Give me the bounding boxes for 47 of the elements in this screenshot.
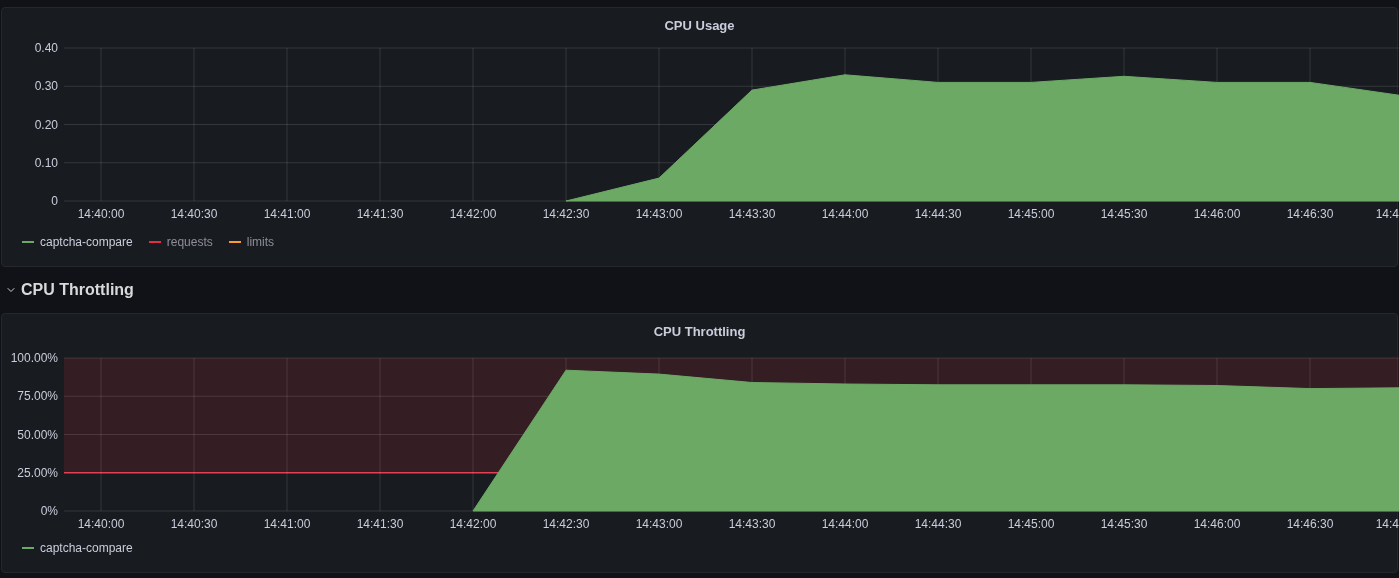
y-axis-label: 75.00% <box>17 389 58 404</box>
x-axis-label: 14:41:30 <box>356 207 404 221</box>
panel-title[interactable]: CPU Usage <box>664 16 735 38</box>
x-axis-label: 14:46:30 <box>1286 207 1334 221</box>
x-axis-label: 14:41:00 <box>263 517 311 531</box>
x-axis-label: 14:45:30 <box>1100 207 1148 221</box>
y-axis-label: 0 <box>51 194 58 208</box>
x-axis-label: 14:46:30 <box>1286 517 1334 531</box>
x-axis-label: 14:41:00 <box>263 207 311 221</box>
x-axis-label: 14:44:00 <box>821 517 869 531</box>
x-axis-label: 14:44:30 <box>914 207 962 221</box>
x-axis-label: 14:43:30 <box>728 207 776 221</box>
row-title[interactable]: CPU Throttling <box>21 278 134 302</box>
y-axis-label: 0.10 <box>34 155 58 170</box>
x-axis-label: 14:41:30 <box>356 517 404 531</box>
x-axis-label: 14:44:00 <box>821 207 869 221</box>
legend-label[interactable]: captcha-compare <box>40 233 133 251</box>
x-axis-label: 14:42:30 <box>542 517 590 531</box>
x-axis-label: 14:43:30 <box>728 517 776 531</box>
x-axis-label: 14:42:00 <box>449 207 497 221</box>
y-axis-label: 50.00% <box>17 427 58 442</box>
x-axis-label: 14:4 <box>1375 207 1399 221</box>
x-axis-label: 14:40:00 <box>77 207 125 221</box>
x-axis-label: 14:42:00 <box>449 517 497 531</box>
x-axis-label: 14:40:30 <box>170 207 218 221</box>
y-axis-label: 0.40 <box>34 41 58 55</box>
panel-title[interactable]: CPU Throttling <box>653 322 746 344</box>
x-axis-label: 14:4 <box>1375 517 1399 531</box>
x-axis-label: 14:42:30 <box>542 207 590 221</box>
y-axis-label: 0% <box>40 504 58 518</box>
x-axis-label: 14:45:00 <box>1007 207 1055 221</box>
legend-label[interactable]: requests <box>166 233 213 251</box>
x-axis-label: 14:43:00 <box>635 517 683 531</box>
x-axis-label: 14:45:00 <box>1007 517 1055 531</box>
x-axis-label: 14:40:00 <box>77 517 125 531</box>
x-axis-label: 14:46:00 <box>1193 207 1241 221</box>
x-axis-label: 14:45:30 <box>1100 517 1148 531</box>
x-axis-label: 14:46:00 <box>1193 517 1241 531</box>
x-axis-label: 14:44:30 <box>914 517 962 531</box>
legend-label[interactable]: limits <box>246 233 275 251</box>
legend-label[interactable]: captcha-compare <box>40 539 133 557</box>
y-axis-label: 0.20 <box>34 117 58 132</box>
y-axis-label: 25.00% <box>17 465 58 480</box>
x-axis-label: 14:40:30 <box>170 517 218 531</box>
x-axis-label: 14:43:00 <box>635 207 683 221</box>
y-axis-label: 100.00% <box>10 351 58 365</box>
y-axis-label: 0.30 <box>34 79 58 94</box>
